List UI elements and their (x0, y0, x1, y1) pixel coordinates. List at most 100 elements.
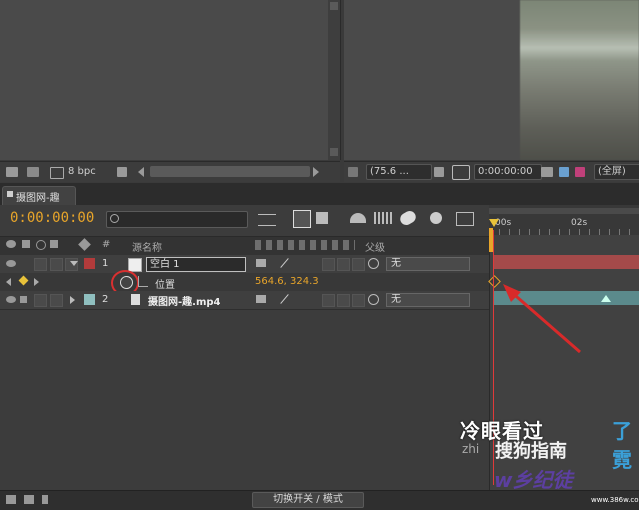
solid-layer-icon (128, 258, 142, 272)
visibility-eye-icon[interactable] (6, 260, 16, 267)
video-subtitle-highlight: 了霓 (612, 419, 632, 472)
layer-number: 1 (102, 258, 109, 269)
draft-3d-icon[interactable] (293, 210, 311, 228)
search-icon (110, 214, 119, 223)
horizontal-scrollbar[interactable] (150, 166, 310, 177)
tab-label: 摄图网-趣 (16, 193, 60, 204)
color-channel-icon[interactable] (575, 167, 585, 177)
audio-toggle-icon[interactable] (20, 296, 27, 303)
comp-mini-flowchart-icon[interactable] (258, 214, 276, 226)
ruler-mark-label: 02s (571, 218, 588, 228)
region-of-interest-icon[interactable] (452, 165, 470, 180)
auto-keyframe-icon[interactable] (430, 212, 442, 224)
current-time-display[interactable]: 0:00:00:00 (10, 210, 94, 226)
pick-whip-icon[interactable] (368, 258, 379, 269)
property-name: 位置 (155, 280, 175, 291)
visibility-eye-icon[interactable] (6, 296, 16, 303)
solo-checkbox[interactable] (34, 258, 47, 271)
next-keyframe-icon[interactable] (34, 278, 39, 286)
prev-keyframe-icon[interactable] (6, 278, 11, 286)
solo-icon (36, 240, 46, 250)
annotation-arrow (503, 284, 581, 354)
collapse-switch-icon[interactable] (256, 259, 266, 267)
resolution-dropdown[interactable]: (全屏) (594, 164, 639, 180)
scroll-up-icon[interactable] (330, 2, 338, 10)
scroll-right-icon[interactable] (313, 167, 319, 177)
property-row[interactable]: 位置 564.6, 324.3 (0, 270, 489, 296)
watermark-zhi: zhi (462, 442, 480, 456)
viewer-toolbar: (75.6 ... 0:00:00:00 (全屏) (344, 161, 639, 182)
zoom-dropdown[interactable]: (75.6 ... (366, 164, 432, 180)
toggle-switches-modes-button[interactable]: 切换开关 / 模式 (252, 492, 364, 508)
layer-switches-icon[interactable] (6, 495, 16, 504)
trim-marker-icon (601, 295, 611, 302)
label-color-swatch[interactable] (84, 258, 95, 269)
ruler-ticks (489, 229, 639, 235)
property-value[interactable]: 564.6, 324.3 (255, 276, 319, 287)
always-preview-icon[interactable] (348, 167, 358, 177)
scroll-left-icon[interactable] (138, 167, 144, 177)
watermark-search: 搜狗指南 (495, 441, 567, 462)
graph-editor-icon[interactable] (456, 212, 474, 226)
expand-chevron-down-icon[interactable] (70, 261, 78, 266)
lock-checkbox[interactable] (50, 258, 63, 271)
quality-switch-icon[interactable] (280, 294, 289, 304)
motion-blur-switch[interactable] (352, 294, 365, 307)
parent-dropdown[interactable]: 无 (386, 257, 470, 271)
layer-name[interactable]: 摄图网-趣.mp4 (148, 293, 221, 308)
work-area-bar[interactable] (489, 208, 639, 214)
eye-icon (6, 240, 16, 248)
time-ruler[interactable]: 00s 02s (489, 205, 639, 235)
bit-depth-label[interactable]: 8 bpc (68, 166, 96, 177)
expand-chevron-right-icon[interactable] (70, 296, 75, 304)
effects-switch[interactable] (322, 258, 335, 271)
table-row[interactable]: 2 摄图网-趣.mp4 无 (0, 291, 489, 310)
show-channel-icon[interactable] (559, 167, 569, 177)
frame-blending-icon[interactable] (350, 213, 366, 223)
solo-checkbox[interactable] (34, 294, 47, 307)
hide-shy-layers-icon[interactable] (316, 212, 328, 224)
pick-whip-icon[interactable] (368, 294, 379, 305)
new-composition-icon[interactable] (50, 167, 64, 179)
layer-number: 2 (102, 294, 109, 305)
collapse-switch-icon[interactable] (256, 295, 266, 303)
viewer-timecode[interactable]: 0:00:00:00 (474, 164, 542, 180)
parent-dropdown[interactable]: 无 (386, 293, 470, 307)
layer-search-input[interactable] (106, 211, 248, 228)
motion-blur-switch[interactable] (352, 258, 365, 271)
lock-icon (50, 240, 58, 248)
tab-composition[interactable]: 摄图网-趣 (2, 186, 76, 205)
quality-switch-icon[interactable] (280, 258, 289, 268)
new-folder-icon[interactable] (27, 167, 39, 177)
lock-checkbox[interactable] (50, 294, 63, 307)
table-row[interactable]: 1 空白 1 无 (0, 255, 489, 274)
effects-switch[interactable] (322, 294, 335, 307)
watermark-url: www.386w.com (591, 496, 639, 504)
layer-1-duration-bar[interactable] (493, 255, 639, 269)
interpret-footage-icon[interactable] (6, 167, 18, 177)
switches-icons (255, 240, 355, 250)
column-number: # (102, 239, 111, 250)
layer-header-row: # 源名称 父级 (0, 236, 489, 256)
frame-blend-switch[interactable] (337, 294, 350, 307)
grid-icon[interactable] (434, 167, 444, 177)
label-color-swatch[interactable] (84, 294, 95, 305)
playhead-handle-icon[interactable] (489, 219, 499, 227)
graph-icon (138, 276, 148, 287)
add-keyframe-icon[interactable] (18, 275, 29, 286)
trash-icon[interactable] (117, 167, 127, 177)
motion-blur-icon[interactable] (374, 212, 394, 224)
playhead-line (493, 230, 494, 485)
preview-image (520, 0, 639, 160)
column-source-name[interactable]: 源名称 (132, 239, 162, 254)
watermark-site-logo: w乡纪徒 (494, 468, 573, 492)
layer-name-field[interactable]: 空白 1 (146, 257, 246, 272)
scroll-down-icon[interactable] (330, 148, 338, 156)
project-scrollbar[interactable] (328, 0, 340, 160)
in-out-icon[interactable] (42, 495, 48, 504)
snapshot-icon[interactable] (541, 167, 553, 177)
footage-file-icon (131, 294, 140, 305)
modes-icon[interactable] (24, 495, 34, 504)
timeline-tab-bar (0, 183, 639, 205)
frame-blend-switch[interactable] (337, 258, 350, 271)
